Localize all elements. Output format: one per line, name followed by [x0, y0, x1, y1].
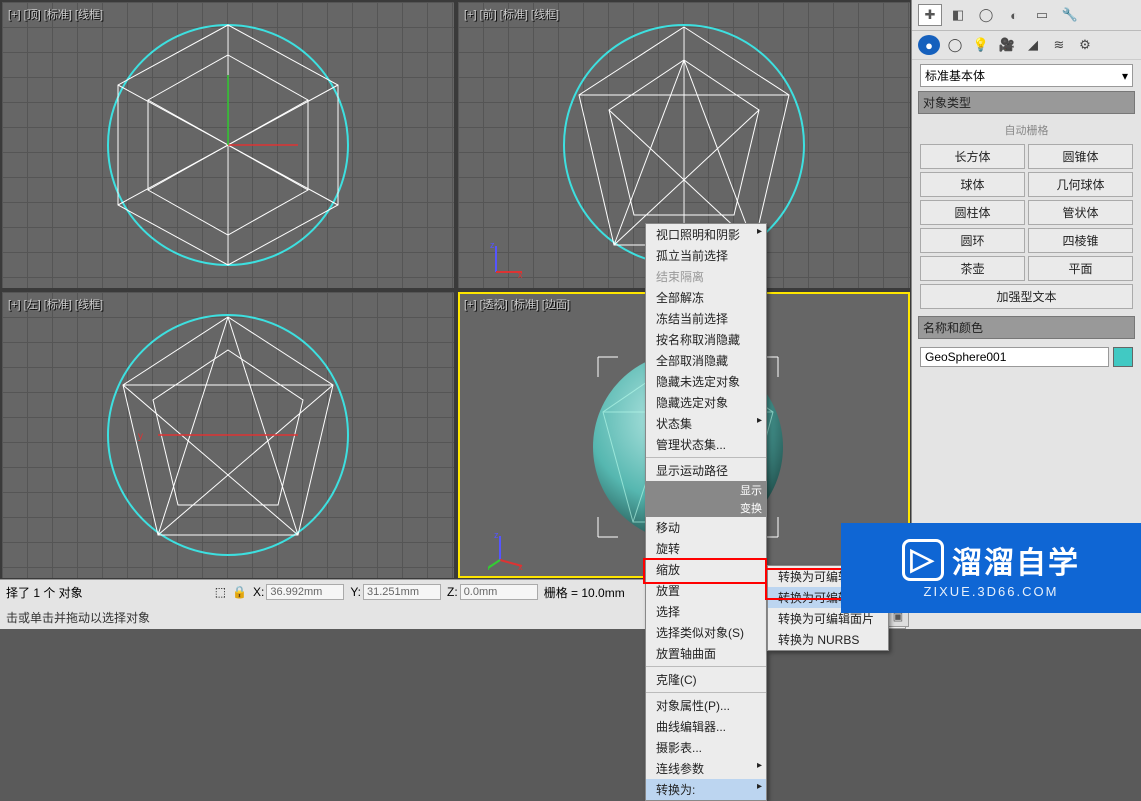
- menu-move[interactable]: 移动: [646, 517, 766, 538]
- menu-separator: [646, 692, 766, 693]
- cat-shapes-icon[interactable]: ◯: [944, 35, 966, 55]
- viewport-label-top: [+] [顶] [标准] [线框]: [8, 6, 103, 22]
- viewport-label-persp: [+] [透视] [标准] [边面]: [464, 296, 570, 312]
- svg-text:z: z: [490, 240, 495, 250]
- menu-place[interactable]: 放置: [646, 580, 766, 601]
- coord-y-label: Y:: [350, 585, 361, 599]
- tab-motion-icon[interactable]: ◐: [1002, 4, 1026, 26]
- chevron-down-icon: ▾: [1122, 69, 1128, 83]
- geosphere-wire-left: y: [98, 305, 358, 565]
- menu-hide-unselected[interactable]: 隐藏未选定对象: [646, 371, 766, 392]
- textplus-button[interactable]: 加强型文本: [920, 284, 1133, 309]
- rollout-object-type[interactable]: 对象类型: [918, 91, 1135, 114]
- sphere-button[interactable]: 球体: [920, 172, 1025, 197]
- viewport-label-left: [+] [左] [标准] [线框]: [8, 296, 103, 312]
- coord-z-input[interactable]: [460, 584, 538, 600]
- menu-convert-to[interactable]: 转换为:: [646, 779, 766, 800]
- menu-end-isolate: 结束隔离: [646, 266, 766, 287]
- logo-subtitle: ZIXUE.3D66.COM: [924, 584, 1059, 599]
- menu-select[interactable]: 选择: [646, 601, 766, 622]
- viewport-left[interactable]: [+] [左] [标准] [线框] y: [2, 292, 454, 578]
- command-panel-tabs: ✚ ◧ ◯ ◐ ▭ 🔧: [912, 0, 1141, 31]
- menu-wire-params[interactable]: 连线参数: [646, 758, 766, 779]
- logo-title: 溜溜自学: [952, 538, 1080, 582]
- lock-icon[interactable]: 🔒: [232, 585, 247, 599]
- geometry-category-dropdown[interactable]: 标准基本体 ▾: [920, 64, 1133, 87]
- autogrid-label[interactable]: 自动栅格: [920, 118, 1133, 144]
- menu-show-motion-path[interactable]: 显示运动路径: [646, 460, 766, 481]
- object-name-input[interactable]: GeoSphere001: [920, 347, 1109, 367]
- axis-gizmo-icon: z x y: [488, 530, 528, 570]
- box-button[interactable]: 长方体: [920, 144, 1025, 169]
- tube-button[interactable]: 管状体: [1028, 200, 1133, 225]
- coord-z-label: Z:: [447, 585, 458, 599]
- menu-curve-editor[interactable]: 曲线编辑器...: [646, 716, 766, 737]
- menu-viewport-lighting[interactable]: 视口照明和阴影: [646, 224, 766, 245]
- geosphere-button[interactable]: 几何球体: [1028, 172, 1133, 197]
- tab-create-icon[interactable]: ✚: [918, 4, 942, 26]
- submenu-nurbs[interactable]: 转换为 NURBS: [768, 629, 888, 650]
- dropdown-value: 标准基本体: [925, 67, 985, 84]
- axis-gizmo-icon: z x: [488, 240, 528, 280]
- cone-button[interactable]: 圆锥体: [1028, 144, 1133, 169]
- menu-place-pivot[interactable]: 放置轴曲面: [646, 643, 766, 664]
- cat-spacewarps-icon[interactable]: ≋: [1048, 35, 1070, 55]
- menu-isolate[interactable]: 孤立当前选择: [646, 245, 766, 266]
- menu-hide-selection[interactable]: 隐藏选定对象: [646, 392, 766, 413]
- geosphere-wire-top: [98, 15, 358, 275]
- menu-rotate[interactable]: 旋转: [646, 538, 766, 559]
- cat-systems-icon[interactable]: ⚙: [1074, 35, 1096, 55]
- svg-text:z: z: [494, 530, 499, 540]
- svg-text:x: x: [518, 270, 523, 280]
- quad-context-menu[interactable]: 视口照明和阴影 孤立当前选择 结束隔离 全部解冻 冻结当前选择 按名称取消隐藏 …: [645, 223, 767, 801]
- cat-cameras-icon[interactable]: 🎥: [996, 35, 1018, 55]
- menu-header-display: 显示: [646, 481, 766, 499]
- coord-x-input[interactable]: [266, 584, 344, 600]
- torus-button[interactable]: 圆环: [920, 228, 1025, 253]
- svg-text:x: x: [518, 562, 523, 570]
- create-category-tabs: ● ◯ 💡 🎥 ◢ ≋ ⚙: [912, 31, 1141, 60]
- svg-text:y: y: [138, 431, 143, 442]
- menu-dope-sheet[interactable]: 摄影表...: [646, 737, 766, 758]
- watermark-logo: ▷ 溜溜自学 ZIXUE.3D66.COM: [841, 523, 1141, 613]
- menu-state-sets[interactable]: 状态集: [646, 413, 766, 434]
- prompt-text: 击或单击并拖动以选择对象: [6, 609, 150, 626]
- cat-helpers-icon[interactable]: ◢: [1022, 35, 1044, 55]
- selection-info: 择了 1 个 对象: [6, 584, 83, 601]
- coord-y-input[interactable]: [363, 584, 441, 600]
- viewport-label-front: [+] [前] [标准] [线框]: [464, 6, 559, 22]
- coord-x-label: X:: [253, 585, 264, 599]
- plane-button[interactable]: 平面: [1028, 256, 1133, 281]
- menu-unfreeze-all[interactable]: 全部解冻: [646, 287, 766, 308]
- tab-display-icon[interactable]: ▭: [1030, 4, 1054, 26]
- tab-modify-icon[interactable]: ◧: [946, 4, 970, 26]
- viewport-top[interactable]: [+] [顶] [标准] [线框]: [2, 2, 454, 288]
- menu-freeze-selection[interactable]: 冻结当前选择: [646, 308, 766, 329]
- selection-lock-icon[interactable]: ⬚: [215, 585, 226, 599]
- tab-utilities-icon[interactable]: 🔧: [1058, 4, 1082, 26]
- menu-header-transform: 变换: [646, 499, 766, 517]
- object-color-swatch[interactable]: [1113, 347, 1133, 367]
- pyramid-button[interactable]: 四棱锥: [1028, 228, 1133, 253]
- menu-unhide-all[interactable]: 全部取消隐藏: [646, 350, 766, 371]
- rollout-name-color[interactable]: 名称和颜色: [918, 316, 1135, 339]
- menu-separator: [646, 666, 766, 667]
- tab-hierarchy-icon[interactable]: ◯: [974, 4, 998, 26]
- menu-clone[interactable]: 克隆(C): [646, 669, 766, 690]
- menu-object-properties[interactable]: 对象属性(P)...: [646, 695, 766, 716]
- cylinder-button[interactable]: 圆柱体: [920, 200, 1025, 225]
- grid-value: 栅格 = 10.0mm: [544, 584, 625, 601]
- cat-geometry-icon[interactable]: ●: [918, 35, 940, 55]
- play-icon: ▷: [902, 539, 944, 581]
- cat-lights-icon[interactable]: 💡: [970, 35, 992, 55]
- teapot-button[interactable]: 茶壶: [920, 256, 1025, 281]
- menu-select-similar[interactable]: 选择类似对象(S): [646, 622, 766, 643]
- menu-unhide-by-name[interactable]: 按名称取消隐藏: [646, 329, 766, 350]
- menu-separator: [646, 457, 766, 458]
- menu-manage-state-sets[interactable]: 管理状态集...: [646, 434, 766, 455]
- menu-scale[interactable]: 缩放: [646, 559, 766, 580]
